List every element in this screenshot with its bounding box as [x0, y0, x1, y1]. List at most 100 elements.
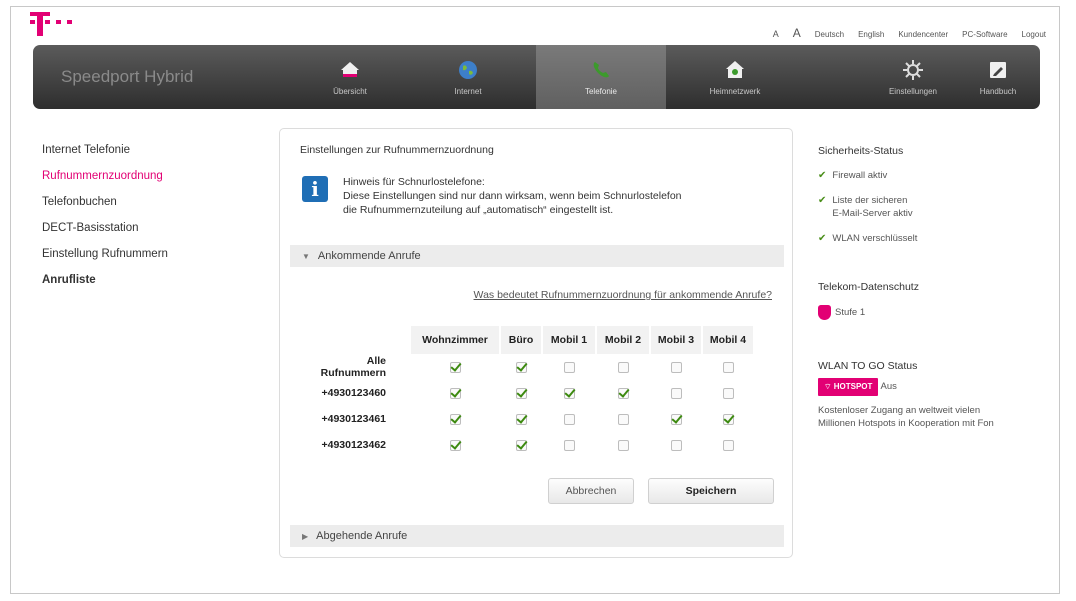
assignment-checkbox[interactable]	[722, 413, 734, 425]
telekom-logo[interactable]	[30, 10, 90, 38]
assignment-checkbox[interactable]	[722, 361, 734, 373]
cancel-button[interactable]: Abbrechen	[548, 478, 634, 504]
assignment-checkbox[interactable]	[449, 361, 461, 373]
column-header: Mobil 2	[596, 326, 651, 354]
tab-uebersicht[interactable]: Übersicht	[305, 45, 395, 109]
phone-number: +4930123460	[321, 387, 386, 399]
privacy-level[interactable]: Stufe 1	[818, 305, 1038, 320]
column-header: Büro	[500, 326, 543, 354]
assignment-checkbox[interactable]	[515, 387, 527, 399]
section-outgoing-calls[interactable]: ▶ Abgehende Anrufe	[290, 525, 784, 547]
hotspot-badge[interactable]: ⌔ HOTSPOT	[818, 378, 879, 396]
phone-number: +4930123462	[321, 439, 386, 451]
hotspot-status: ⌔ HOTSPOT Aus	[818, 378, 1038, 396]
page-title: Einstellungen zur Rufnummernzuordnung	[300, 144, 494, 156]
column-header: Mobil 4	[702, 326, 755, 354]
wifi-icon: ⌔	[824, 382, 834, 391]
assignment-checkbox[interactable]	[670, 387, 682, 399]
hotspot-description: Kostenloser Zugang an weltweit vielen Mi…	[818, 405, 994, 429]
assignment-checkbox[interactable]	[617, 361, 629, 373]
brand-title: Speedport Hybrid	[61, 67, 194, 86]
check-icon: ✔	[818, 233, 827, 244]
assignment-checkbox[interactable]	[617, 413, 629, 425]
font-large-button[interactable]: A	[793, 26, 801, 40]
hint-title: Hinweis für Schnurlostelefone:	[343, 176, 485, 188]
assignment-table: Wohnzimmer Büro Mobil 1 Mobil 2 Mobil 3 …	[300, 326, 755, 458]
phone-number: +4930123461	[321, 413, 386, 425]
help-link[interactable]: Was bedeutet Rufnummernzuordnung für ank…	[474, 289, 772, 301]
sidebar-item-dect-basisstation[interactable]: DECT-Basisstation	[42, 222, 168, 248]
sidebar: Internet Telefonie Rufnummernzuordnung T…	[42, 144, 168, 300]
gear-icon	[903, 59, 923, 80]
manual-icon	[990, 61, 1006, 78]
main-panel: Einstellungen zur Rufnummernzuordnung i …	[279, 128, 793, 558]
pc-software-link[interactable]: PC-Software	[962, 30, 1007, 39]
table-row: Alle Rufnummern	[300, 354, 754, 380]
assignment-checkbox[interactable]	[449, 387, 461, 399]
assignment-checkbox[interactable]	[670, 361, 682, 373]
sidebar-item-internet-telefonie[interactable]: Internet Telefonie	[42, 144, 168, 170]
hint-line-2: die Rufnummernzuteilung auf „automatisch…	[343, 204, 614, 216]
status-item: ✔ WLAN verschlüsselt	[818, 233, 918, 244]
hint-line-1: Diese Einstellungen sind nur dann wirksa…	[343, 190, 682, 202]
phone-icon	[593, 61, 609, 77]
sidebar-item-anrufliste[interactable]: Anrufliste	[42, 274, 168, 300]
customer-center-link[interactable]: Kundencenter	[898, 30, 948, 39]
assignment-checkbox[interactable]	[449, 439, 461, 451]
home-icon	[341, 61, 359, 77]
chevron-down-icon: ▼	[302, 252, 310, 261]
assignment-checkbox[interactable]	[563, 439, 575, 451]
assignment-checkbox[interactable]	[449, 413, 461, 425]
check-icon: ✔	[818, 195, 827, 206]
tab-einstellungen[interactable]: Einstellungen	[878, 45, 948, 109]
section-incoming-calls[interactable]: ▼ Ankommende Anrufe	[290, 245, 784, 267]
assignment-checkbox[interactable]	[563, 387, 575, 399]
security-status-title: Sicherheits-Status	[818, 145, 904, 157]
assignment-checkbox[interactable]	[670, 413, 682, 425]
column-header: Mobil 3	[650, 326, 703, 354]
check-icon: ✔	[818, 170, 827, 181]
save-button[interactable]: Speichern	[648, 478, 774, 504]
tab-heimnetzwerk[interactable]: Heimnetzwerk	[685, 45, 785, 109]
assignment-checkbox[interactable]	[722, 387, 734, 399]
status-item: ✔ Liste der sicheren E-Mail-Server aktiv	[818, 195, 913, 219]
table-row: +4930123460	[300, 380, 754, 406]
sidebar-item-telefonbuchen[interactable]: Telefonbuchen	[42, 196, 168, 222]
tab-internet[interactable]: Internet	[423, 45, 513, 109]
assignment-checkbox[interactable]	[563, 361, 575, 373]
assignment-checkbox[interactable]	[670, 439, 682, 451]
assignment-checkbox[interactable]	[515, 439, 527, 451]
column-header: Mobil 1	[542, 326, 597, 354]
main-nav: Speedport Hybrid Übersicht Internet Tele…	[33, 45, 1040, 109]
lang-de-link[interactable]: Deutsch	[815, 30, 844, 39]
table-row: +4930123461	[300, 406, 754, 432]
tab-telefonie[interactable]: Telefonie	[536, 45, 666, 109]
sidebar-item-rufnummernzuordnung[interactable]: Rufnummernzuordnung	[42, 170, 168, 196]
sidebar-item-einstellung-rufnummern[interactable]: Einstellung Rufnummern	[42, 248, 168, 274]
shield-icon	[818, 305, 831, 320]
top-links: A A Deutsch English Kundencenter PC-Soft…	[773, 26, 1046, 40]
assignment-checkbox[interactable]	[515, 413, 527, 425]
globe-icon	[459, 60, 477, 79]
phone-number: Alle Rufnummern	[320, 355, 386, 379]
font-small-button[interactable]: A	[773, 29, 779, 39]
house-network-icon	[726, 60, 744, 78]
assignment-checkbox[interactable]	[617, 439, 629, 451]
assignment-checkbox[interactable]	[617, 387, 629, 399]
hint-box: Hinweis für Schnurlostelefone: Diese Ein…	[343, 175, 682, 217]
column-header: Wohnzimmer	[410, 326, 501, 354]
chevron-right-icon: ▶	[302, 532, 309, 541]
status-sidebar: Sicherheits-Status ✔ Firewall aktiv ✔ Li…	[818, 145, 1038, 430]
status-item: ✔ Firewall aktiv	[818, 170, 888, 181]
lang-en-link[interactable]: English	[858, 30, 884, 39]
hotspot-state: Aus	[880, 381, 897, 392]
logout-link[interactable]: Logout	[1022, 30, 1046, 39]
assignment-checkbox[interactable]	[722, 439, 734, 451]
info-icon: i	[302, 176, 328, 202]
tab-handbuch[interactable]: Handbuch	[963, 45, 1033, 109]
wlan-to-go-title: WLAN TO GO Status	[818, 360, 918, 372]
table-row: +4930123462	[300, 432, 754, 458]
privacy-title: Telekom-Datenschutz	[818, 281, 919, 293]
assignment-checkbox[interactable]	[563, 413, 575, 425]
assignment-checkbox[interactable]	[515, 361, 527, 373]
